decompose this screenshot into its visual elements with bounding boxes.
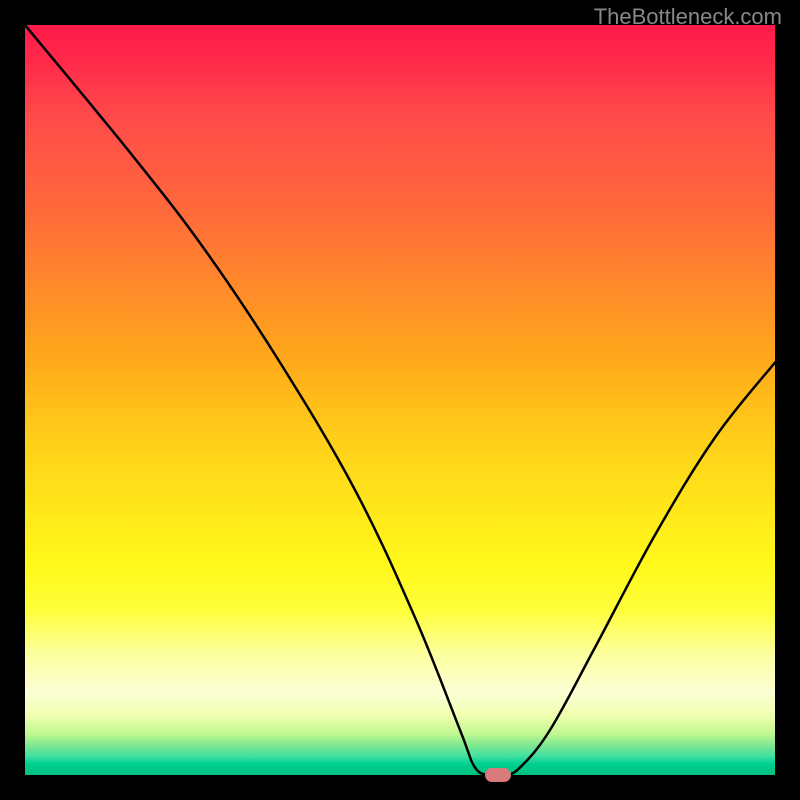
chart-plot-area bbox=[25, 25, 775, 775]
optimal-point-marker bbox=[485, 768, 511, 782]
bottleneck-curve bbox=[25, 25, 775, 775]
watermark-text: TheBottleneck.com bbox=[594, 4, 782, 30]
